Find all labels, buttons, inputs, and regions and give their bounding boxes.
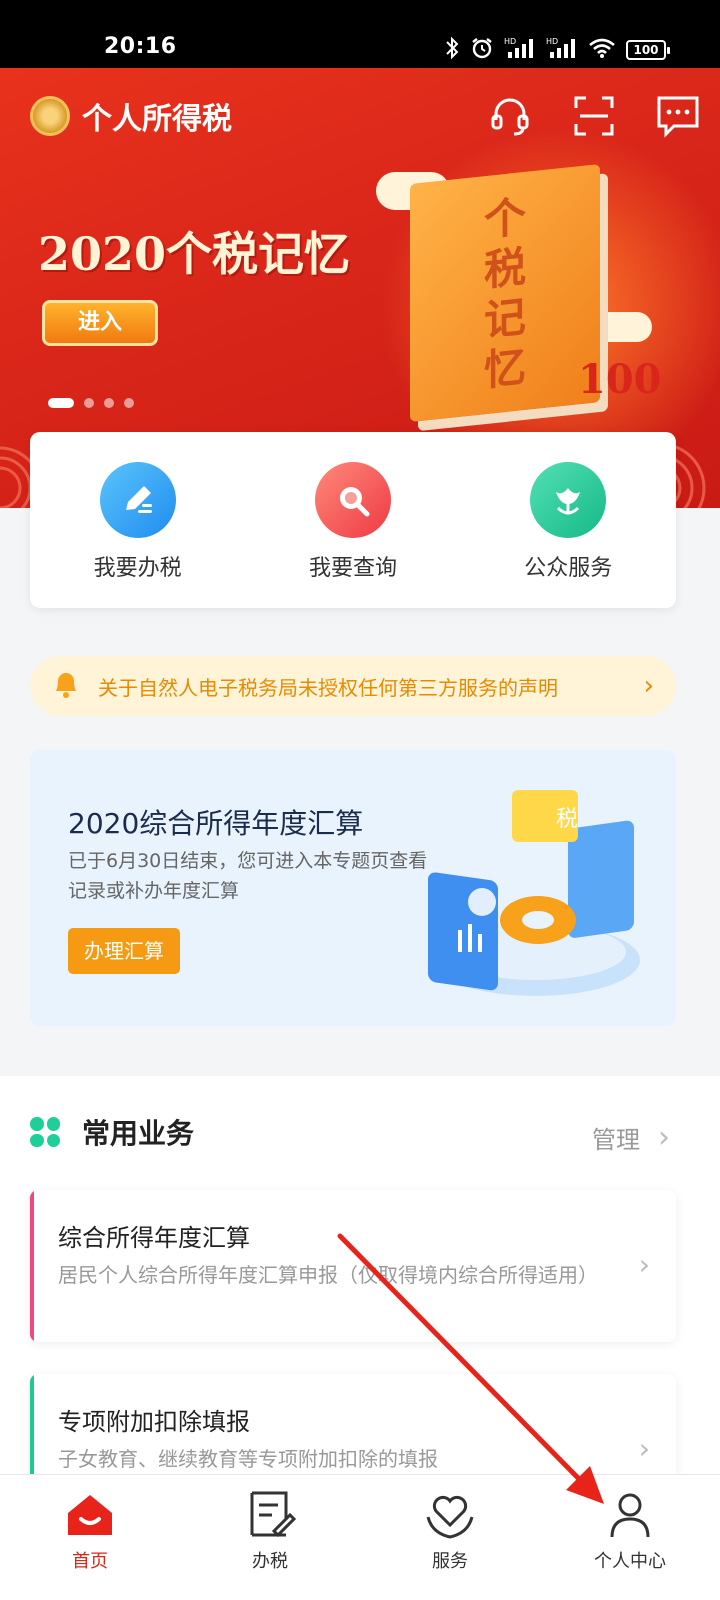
- bottom-tab-bar: 首页 办税 服务 个人中心: [0, 1474, 720, 1600]
- headset-icon[interactable]: [488, 94, 532, 138]
- tab-tax[interactable]: 办税: [180, 1475, 360, 1600]
- section-title: 常用业务: [82, 1117, 195, 1150]
- service-item-desc: 居民个人综合所得年度汇算申报（仅取得境内综合所得适用）: [58, 1263, 598, 1287]
- quick-action-label: 公众服务: [524, 556, 613, 581]
- person-icon: [604, 1489, 656, 1541]
- magnifier-icon: [314, 462, 391, 538]
- status-bar: 20:16 HD HD 100: [0, 0, 720, 68]
- chevron-right-icon: ›: [638, 1248, 650, 1281]
- svg-text:HD: HD: [504, 37, 516, 46]
- tab-service[interactable]: 服务: [360, 1475, 540, 1600]
- chevron-right-icon: ›: [643, 671, 654, 701]
- app-header: 个人所得税: [30, 94, 232, 138]
- tab-label: 首页: [72, 1551, 108, 1572]
- service-item-desc: 子女教育、继续教育等专项附加扣除的填报: [58, 1447, 438, 1471]
- signal-hd-icon: HD: [504, 36, 536, 64]
- quick-action-label: 我要查询: [308, 556, 397, 581]
- pagination-dot[interactable]: [124, 398, 134, 408]
- grid-icon: [30, 1117, 60, 1147]
- header-actions: [488, 94, 700, 138]
- scan-icon[interactable]: [572, 94, 616, 138]
- service-item-title: 综合所得年度汇算: [58, 1224, 250, 1252]
- illustration-tax-label: 税: [556, 807, 578, 832]
- banner-pagination[interactable]: [48, 398, 134, 408]
- pagination-dot[interactable]: [48, 398, 74, 408]
- signal-hd-icon: HD: [546, 36, 578, 64]
- pen-icon: [99, 462, 176, 538]
- svg-text:HD: HD: [546, 37, 558, 46]
- message-icon[interactable]: [656, 94, 700, 138]
- wifi-icon: [588, 37, 616, 63]
- manage-label: 管理: [592, 1126, 640, 1154]
- common-services-section: 常用业务 管理 › 综合所得年度汇算 居民个人综合所得年度汇算申报（仅取得境内综…: [0, 1076, 720, 1514]
- form-icon: [244, 1489, 297, 1541]
- book-text: 个税记忆: [483, 191, 526, 396]
- quick-action-label: 我要办税: [93, 556, 182, 581]
- bell-icon: [52, 669, 80, 703]
- tab-label: 办税: [252, 1551, 288, 1572]
- promo-title: 2020综合所得年度汇算: [68, 807, 364, 840]
- status-icons: HD HD 100: [444, 36, 670, 64]
- section-header: 常用业务: [30, 1112, 194, 1152]
- pagination-dot[interactable]: [84, 398, 94, 408]
- service-item-title: 专项附加扣除填报: [58, 1408, 250, 1436]
- manage-link[interactable]: 管理 ›: [592, 1120, 670, 1155]
- tab-label: 服务: [432, 1551, 468, 1572]
- promo-description: 已于6月30日结束，您可进入本专题页查看记录或补办年度汇算: [68, 850, 428, 902]
- quick-action-query[interactable]: 我要查询: [263, 462, 443, 608]
- quick-action-public-service[interactable]: 公众服务: [478, 462, 658, 608]
- settlement-button[interactable]: 办理汇算: [68, 928, 180, 974]
- quick-actions-card: 我要办税 我要查询 公众服务: [30, 432, 676, 608]
- tab-personal-center[interactable]: 个人中心: [540, 1475, 720, 1600]
- notice-bar[interactable]: 关于自然人电子税务局未授权任何第三方服务的声明 ›: [30, 656, 676, 716]
- tax-emblem-logo: [30, 96, 70, 136]
- alarm-icon: [470, 36, 494, 64]
- chevron-right-icon: ›: [638, 1432, 650, 1465]
- app-title: 个人所得税: [82, 102, 232, 137]
- pagination-dot[interactable]: [104, 398, 114, 408]
- banner-title: 2020个税记忆: [38, 227, 351, 281]
- tulip-icon: [530, 462, 607, 538]
- tab-label: 个人中心: [594, 1551, 666, 1572]
- settlement-illustration: 税: [428, 790, 640, 996]
- service-item-annual-settlement[interactable]: 综合所得年度汇算 居民个人综合所得年度汇算申报（仅取得境内综合所得适用） ›: [30, 1190, 676, 1342]
- banner-enter-button[interactable]: 进入: [42, 300, 158, 346]
- status-time: 20:16: [104, 34, 177, 59]
- chevron-right-icon: ›: [658, 1120, 670, 1155]
- notice-text: 关于自然人电子税务局未授权任何第三方服务的声明: [98, 675, 558, 700]
- tab-home[interactable]: 首页: [0, 1475, 180, 1600]
- quick-action-tax[interactable]: 我要办税: [48, 462, 228, 608]
- memory-book-illustration: 个税记忆: [410, 164, 600, 422]
- annual-settlement-promo[interactable]: 2020综合所得年度汇算 已于6月30日结束，您可进入本专题页查看记录或补办年度…: [30, 750, 676, 1026]
- item-accent-bar: [30, 1190, 34, 1342]
- heart-hands-icon: [424, 1489, 476, 1541]
- anniversary-badge: 100: [578, 356, 662, 403]
- bluetooth-icon: [444, 36, 460, 64]
- battery-icon: 100: [626, 40, 670, 60]
- home-icon: [64, 1489, 116, 1541]
